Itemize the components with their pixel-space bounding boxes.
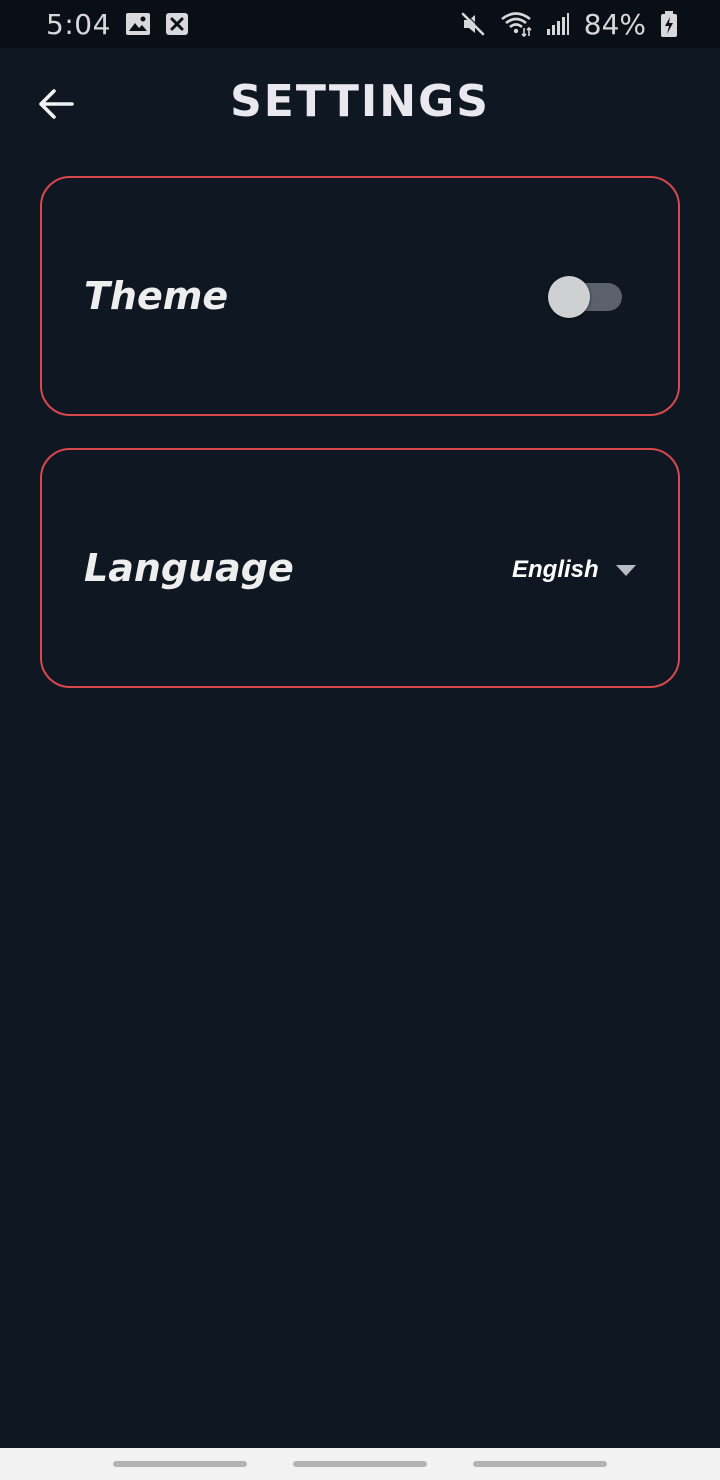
mute-icon bbox=[460, 11, 486, 37]
nav-home-button[interactable] bbox=[293, 1461, 427, 1467]
language-setting-card: Language English bbox=[40, 448, 680, 688]
status-right-group: 84% bbox=[460, 8, 678, 41]
status-time: 5:04 bbox=[46, 7, 111, 41]
wifi-icon bbox=[500, 11, 532, 37]
theme-setting-card: Theme bbox=[40, 176, 680, 416]
image-icon bbox=[125, 12, 151, 36]
language-selected-value: English bbox=[512, 556, 599, 583]
nav-back-button[interactable] bbox=[473, 1461, 607, 1467]
status-left-group: 5:04 bbox=[46, 8, 189, 41]
battery-percent: 84% bbox=[583, 7, 646, 41]
theme-toggle[interactable] bbox=[548, 276, 624, 318]
theme-label: Theme bbox=[84, 274, 229, 318]
nav-recent-button[interactable] bbox=[113, 1461, 247, 1467]
system-nav-bar bbox=[0, 1448, 720, 1480]
page-title: SETTINGS bbox=[230, 76, 490, 127]
close-box-icon bbox=[165, 12, 189, 36]
status-bar: 5:04 84% bbox=[0, 0, 720, 48]
toggle-thumb bbox=[548, 276, 590, 318]
language-label: Language bbox=[84, 546, 294, 590]
language-dropdown[interactable]: English bbox=[512, 550, 637, 590]
app-header: SETTINGS bbox=[0, 48, 720, 158]
battery-charging-icon bbox=[660, 10, 678, 38]
signal-icon bbox=[546, 12, 570, 36]
caret-down-icon bbox=[615, 563, 637, 577]
